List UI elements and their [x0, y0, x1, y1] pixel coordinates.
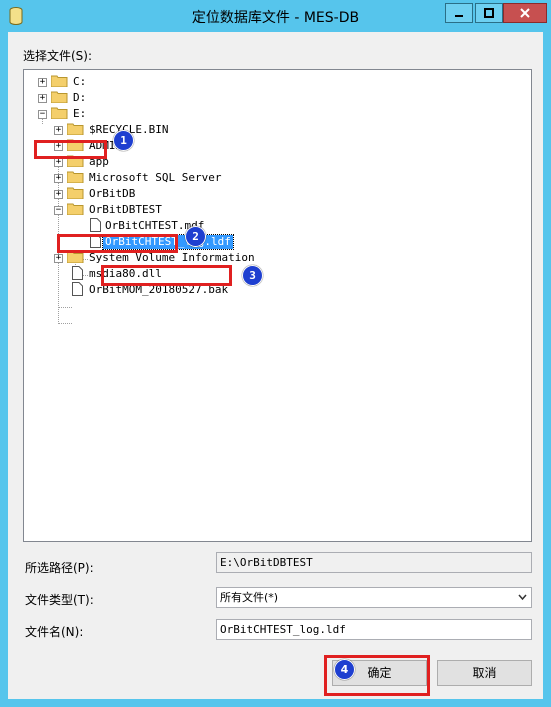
tree-item-mssql[interactable]: + Microsoft SQL Server	[24, 170, 324, 186]
tree-line	[58, 307, 72, 308]
file-icon	[72, 266, 83, 280]
tree-item-recycle-bin[interactable]: + $RECYCLE.BIN	[24, 122, 324, 138]
tree-item-orbitdbtest[interactable]: − OrBitDBTEST	[24, 202, 324, 218]
close-button[interactable]	[503, 3, 547, 23]
tree-item-label: D:	[73, 91, 87, 104]
folder-icon	[51, 91, 68, 103]
file-name-label: 文件名(N):	[25, 625, 84, 639]
folder-icon	[51, 107, 68, 119]
close-icon	[520, 8, 530, 18]
tree-item-label: System Volume Information	[89, 251, 255, 264]
collapse-icon[interactable]: −	[54, 206, 63, 215]
file-type-value: 所有文件(*)	[220, 591, 279, 604]
expand-icon[interactable]: +	[38, 78, 47, 87]
select-file-label: 选择文件(S):	[23, 49, 93, 63]
tree-item-orbitdb[interactable]: + OrBitDB	[24, 186, 324, 202]
folder-icon	[67, 123, 84, 135]
tree-item-label: C:	[73, 75, 87, 88]
minimize-button[interactable]	[445, 3, 473, 23]
expand-icon[interactable]: +	[54, 174, 63, 183]
annotation-badge-4: 4	[334, 659, 355, 680]
file-icon	[90, 218, 101, 232]
folder-icon	[51, 75, 68, 87]
expand-icon[interactable]: +	[54, 158, 63, 167]
tree-item-drive-d[interactable]: + D:	[24, 90, 224, 106]
file-tree[interactable]: + C: + D: − E: + $RECYCLE.BIN + ADMIN + …	[23, 69, 532, 542]
file-type-label: 文件类型(T):	[25, 593, 94, 607]
annotation-box-1	[34, 140, 107, 159]
file-name-input[interactable]: OrBitCHTEST_log.ldf	[216, 619, 532, 640]
chevron-down-icon	[518, 594, 527, 601]
tree-item-label: OrBitDBTEST	[89, 203, 162, 216]
file-icon	[72, 282, 83, 296]
folder-icon	[67, 171, 84, 183]
tree-item-drive-c[interactable]: + C:	[24, 74, 224, 90]
expand-icon[interactable]: +	[54, 254, 63, 263]
tree-item-label: OrBitDB	[89, 187, 136, 200]
expand-icon[interactable]: +	[54, 126, 63, 135]
dialog-body: 选择文件(S): + C: + D: − E: + $RECYCLE.BIN +…	[8, 32, 543, 699]
title-bar[interactable]: 定位数据库文件 - MES-DB	[0, 0, 551, 32]
maximize-icon	[484, 8, 494, 18]
dialog-window: 定位数据库文件 - MES-DB 选择文件(S): + C: + D: − E:…	[0, 0, 551, 707]
file-type-select[interactable]: 所有文件(*)	[216, 587, 532, 608]
cancel-button[interactable]: 取消	[437, 660, 532, 686]
folder-icon	[67, 203, 84, 215]
annotation-badge-3: 3	[242, 265, 263, 286]
maximize-button[interactable]	[475, 3, 503, 23]
minimize-icon	[455, 15, 463, 17]
tree-item-drive-e[interactable]: − E:	[24, 106, 224, 122]
tree-line	[58, 323, 72, 324]
annotation-box-2	[57, 234, 178, 253]
expand-icon[interactable]: +	[54, 190, 63, 199]
annotation-box-3	[101, 265, 232, 286]
annotation-badge-2: 2	[185, 226, 206, 247]
tree-item-mdf-file[interactable]: OrBitCHTEST.mdf	[24, 218, 324, 234]
tree-item-label: E:	[73, 107, 87, 120]
collapse-icon[interactable]: −	[38, 110, 47, 119]
expand-icon[interactable]: +	[38, 94, 47, 103]
tree-item-label: Microsoft SQL Server	[89, 171, 222, 184]
selected-path-label: 所选路径(P):	[25, 561, 94, 575]
folder-icon	[67, 187, 84, 199]
selected-path-field: E:\OrBitDBTEST	[216, 552, 532, 573]
annotation-badge-1: 1	[113, 130, 134, 151]
